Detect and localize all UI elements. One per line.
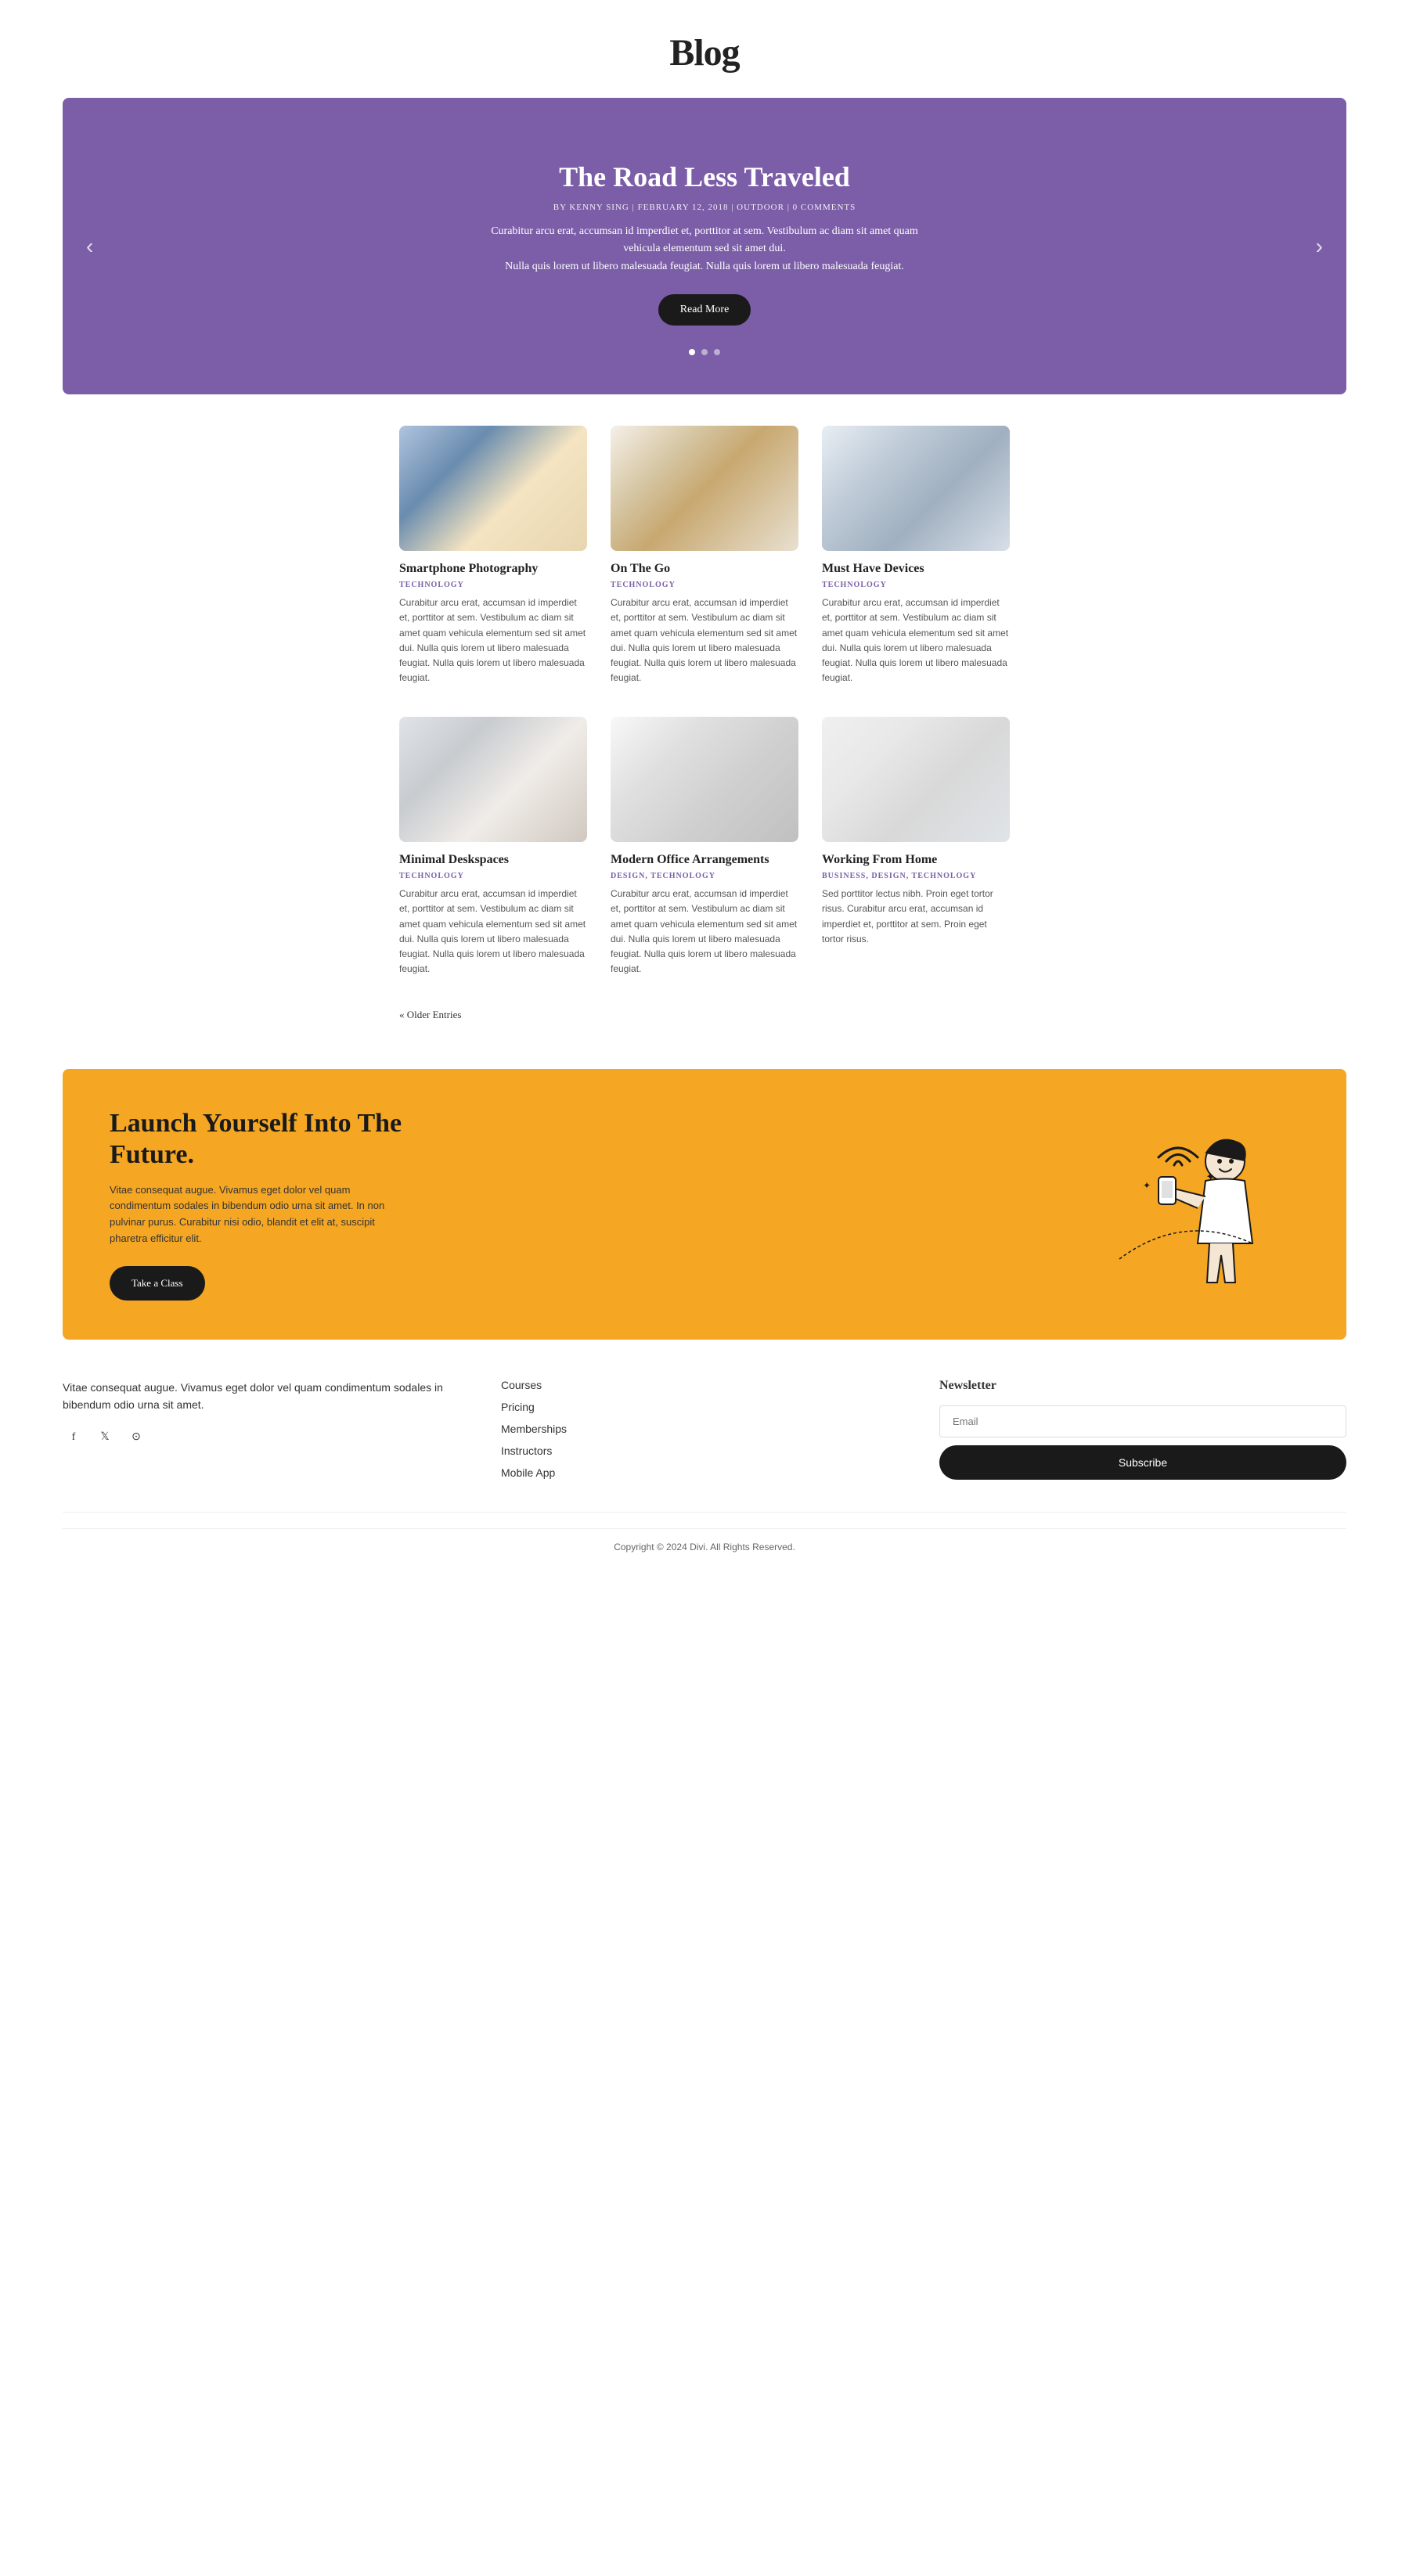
- blog-card-5-title: Modern Office Arrangements: [611, 853, 798, 867]
- footer-link-mobile: Mobile App: [501, 1466, 908, 1480]
- blog-card-4-image: [399, 717, 587, 842]
- hero-description: Curabitur arcu erat, accumsan id imperdi…: [485, 223, 924, 275]
- footer-link-courses: Courses: [501, 1379, 908, 1393]
- page-header: Blog: [0, 0, 1409, 98]
- blog-card-6: Working From Home BUSINESS, DESIGN, TECH…: [822, 717, 1010, 977]
- footer-link-instructors: Instructors: [501, 1445, 908, 1459]
- footer-newsletter: Newsletter Subscribe: [939, 1379, 1346, 1488]
- blog-card-3: Must Have Devices TECHNOLOGY Curabitur a…: [822, 426, 1010, 685]
- page-title: Blog: [16, 31, 1393, 74]
- cta-content: Launch Yourself Into The Future. Vitae c…: [110, 1108, 407, 1300]
- cta-title: Launch Yourself Into The Future.: [110, 1108, 407, 1169]
- newsletter-subscribe-button[interactable]: Subscribe: [939, 1445, 1346, 1480]
- blog-card-3-description: Curabitur arcu erat, accumsan id imperdi…: [822, 595, 1010, 685]
- footer: Vitae consequat augue. Vivamus eget dolo…: [0, 1340, 1409, 1581]
- blog-card-5-description: Curabitur arcu erat, accumsan id imperdi…: [611, 887, 798, 977]
- slider-dot-2[interactable]: [701, 349, 708, 355]
- blog-card-1-description: Curabitur arcu erat, accumsan id imperdi…: [399, 595, 587, 685]
- blog-card-1-image: [399, 426, 587, 551]
- blog-card-3-title: Must Have Devices: [822, 562, 1010, 576]
- older-entries-link[interactable]: « Older Entries: [399, 1009, 461, 1020]
- blog-card-1-title: Smartphone Photography: [399, 562, 587, 576]
- slider-prev-button[interactable]: ‹: [78, 226, 101, 267]
- hero-title: The Road Less Traveled: [559, 160, 850, 193]
- blog-card-4-title: Minimal Deskspaces: [399, 853, 587, 867]
- blog-card-5-category: DESIGN, TECHNOLOGY: [611, 872, 798, 880]
- older-entries: « Older Entries: [384, 1008, 1025, 1022]
- footer-copyright: Copyright © 2024 Divi. All Rights Reserv…: [63, 1528, 1346, 1565]
- facebook-icon[interactable]: f: [63, 1427, 85, 1448]
- newsletter-title: Newsletter: [939, 1379, 1346, 1393]
- blog-card-5: Modern Office Arrangements DESIGN, TECHN…: [611, 717, 798, 977]
- blog-row-2: Minimal Deskspaces TECHNOLOGY Curabitur …: [399, 717, 1010, 977]
- blog-card-2-image: [611, 426, 798, 551]
- newsletter-email-input[interactable]: [939, 1405, 1346, 1437]
- slider-dot-1[interactable]: [689, 349, 695, 355]
- blog-card-4-description: Curabitur arcu erat, accumsan id imperdi…: [399, 887, 587, 977]
- blog-card-6-title: Working From Home: [822, 853, 1010, 867]
- blog-card-4: Minimal Deskspaces TECHNOLOGY Curabitur …: [399, 717, 587, 977]
- instagram-icon[interactable]: ⊙: [125, 1427, 147, 1448]
- slider-dot-3[interactable]: [714, 349, 720, 355]
- blog-grid: Smartphone Photography TECHNOLOGY Curabi…: [384, 426, 1025, 977]
- blog-card-1: Smartphone Photography TECHNOLOGY Curabi…: [399, 426, 587, 685]
- cta-illustration: ✦ ✦: [1080, 1118, 1299, 1290]
- slider-next-button[interactable]: ›: [1308, 226, 1331, 267]
- cta-banner: Launch Yourself Into The Future. Vitae c…: [63, 1069, 1346, 1339]
- svg-text:✦: ✦: [1143, 1180, 1151, 1191]
- cta-description: Vitae consequat augue. Vivamus eget dolo…: [110, 1182, 407, 1247]
- blog-card-6-image: [822, 717, 1010, 842]
- slider-dots: [689, 349, 720, 355]
- blog-card-3-image: [822, 426, 1010, 551]
- footer-link-memberships: Memberships: [501, 1423, 908, 1437]
- blog-card-2-title: On The Go: [611, 562, 798, 576]
- blog-card-4-category: TECHNOLOGY: [399, 872, 587, 880]
- footer-links: Courses Pricing Memberships Instructors …: [501, 1379, 908, 1488]
- cta-button[interactable]: Take a Class: [110, 1266, 205, 1301]
- hero-slider: ‹ The Road Less Traveled BY KENNY SING |…: [63, 98, 1346, 394]
- twitter-icon[interactable]: 𝕏: [94, 1427, 116, 1448]
- blog-card-2-description: Curabitur arcu erat, accumsan id imperdi…: [611, 595, 798, 685]
- blog-row-1: Smartphone Photography TECHNOLOGY Curabi…: [399, 426, 1010, 685]
- footer-social: f 𝕏 ⊙: [63, 1427, 470, 1448]
- blog-card-3-category: TECHNOLOGY: [822, 581, 1010, 589]
- footer-about: Vitae consequat augue. Vivamus eget dolo…: [63, 1379, 470, 1488]
- blog-card-1-category: TECHNOLOGY: [399, 581, 587, 589]
- blog-card-2-category: TECHNOLOGY: [611, 581, 798, 589]
- footer-link-pricing: Pricing: [501, 1401, 908, 1415]
- footer-grid: Vitae consequat augue. Vivamus eget dolo…: [63, 1379, 1346, 1513]
- blog-card-5-image: [611, 717, 798, 842]
- hero-read-more-button[interactable]: Read More: [658, 294, 751, 326]
- blog-card-6-description: Sed porttitor lectus nibh. Proin eget to…: [822, 887, 1010, 947]
- footer-links-list: Courses Pricing Memberships Instructors …: [501, 1379, 908, 1480]
- blog-card-2: On The Go TECHNOLOGY Curabitur arcu erat…: [611, 426, 798, 685]
- blog-card-6-category: BUSINESS, DESIGN, TECHNOLOGY: [822, 872, 1010, 880]
- hero-meta: BY KENNY SING | FEBRUARY 12, 2018 | OUTD…: [553, 203, 856, 212]
- footer-about-text: Vitae consequat augue. Vivamus eget dolo…: [63, 1379, 470, 1414]
